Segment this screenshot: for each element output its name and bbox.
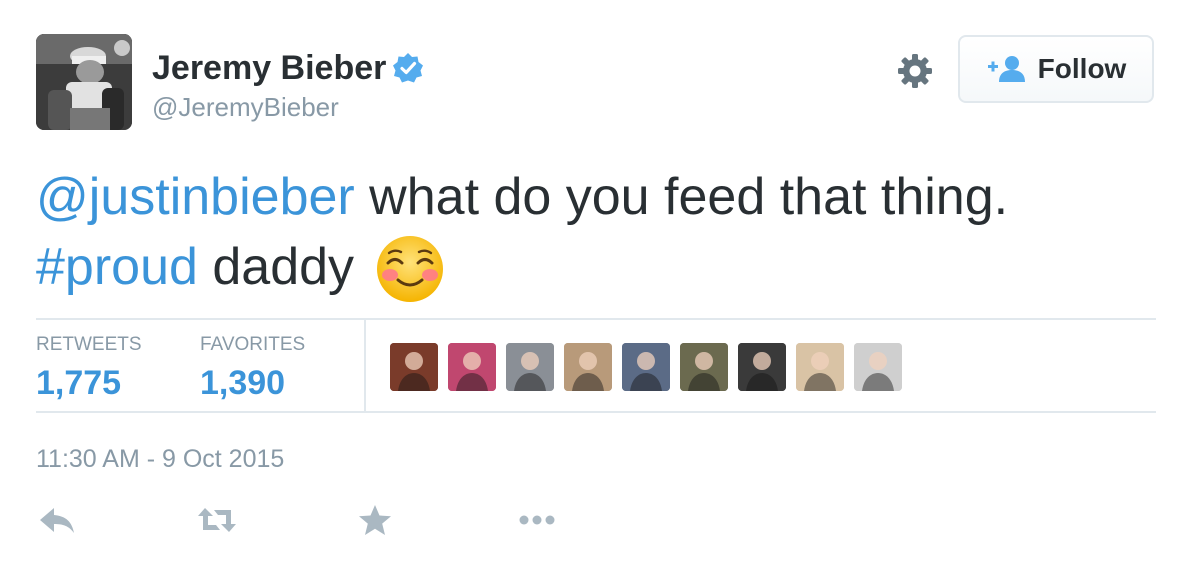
tweet-timestamp[interactable]: 11:30 AM - 9 Oct 2015 — [36, 444, 284, 474]
tweet-text: @justinbieber what do you feed that thin… — [36, 162, 1156, 304]
favorites-label: FAVORITES — [200, 334, 306, 355]
stats-divider-bottom — [36, 411, 1156, 413]
mention-link[interactable]: @justinbieber — [36, 168, 355, 226]
favoriter-avatar-3[interactable] — [506, 343, 554, 391]
star-icon[interactable] — [354, 502, 396, 538]
favoriter-avatar-2[interactable] — [448, 343, 496, 391]
hashtag-link[interactable]: #proud — [36, 238, 198, 296]
favorites-count: 1,390 — [200, 364, 286, 402]
reply-icon[interactable] — [36, 502, 78, 538]
favoriter-avatar-4[interactable] — [564, 343, 612, 391]
more-dots-icon[interactable] — [516, 502, 558, 538]
author-avatar[interactable] — [36, 34, 132, 130]
verified-badge-icon — [393, 53, 424, 83]
author-name[interactable]: Jeremy Bieber — [152, 48, 424, 88]
tweet-text-end: daddy — [197, 238, 355, 296]
tweet-text-main: what do you feed that thing. — [354, 168, 1009, 226]
add-user-icon — [987, 56, 1025, 82]
retweets-label: RETWEETS — [36, 334, 142, 355]
follow-label: Follow — [1037, 53, 1127, 84]
favoriter-avatar-1[interactable] — [390, 343, 438, 391]
follow-button[interactable]: Follow — [958, 35, 1154, 103]
retweets-count: 1,775 — [36, 364, 122, 402]
favorites-stat[interactable]: FAVORITES 1,390 — [200, 334, 305, 403]
favoriter-avatar-8[interactable] — [796, 343, 844, 391]
favoriter-avatar-5[interactable] — [622, 343, 670, 391]
favoriter-avatars — [390, 343, 912, 391]
favoriter-avatar-6[interactable] — [680, 343, 728, 391]
retweet-icon[interactable] — [196, 502, 238, 538]
favoriter-avatar-7[interactable] — [738, 343, 786, 391]
author-handle[interactable]: @JeremyBieber — [152, 92, 339, 122]
favoriter-avatar-9[interactable] — [854, 343, 902, 391]
stats-vertical-divider — [364, 320, 366, 411]
smiling-face-with-blush-emoji — [376, 236, 443, 302]
retweets-stat[interactable]: RETWEETS 1,775 — [36, 334, 142, 403]
stats-divider-top — [36, 318, 1156, 320]
gear-icon[interactable] — [896, 52, 934, 90]
author-name-text: Jeremy Bieber — [152, 49, 387, 87]
author-avatar-image — [36, 34, 132, 130]
